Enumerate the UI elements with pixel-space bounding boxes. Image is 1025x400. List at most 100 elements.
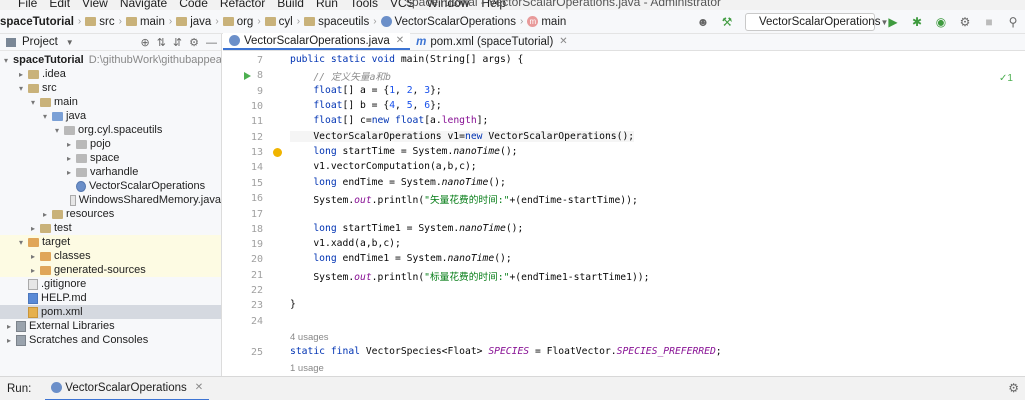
tree-item[interactable]: ▸ space xyxy=(0,151,221,165)
breadcrumb-item[interactable]: src xyxy=(85,16,115,28)
tree-item[interactable]: ▸ .idea xyxy=(0,67,221,81)
close-icon[interactable]: ✕ xyxy=(559,36,567,47)
run-tab[interactable]: VectorScalarOperations ✕ xyxy=(45,377,210,400)
code-line[interactable]: public static void main(String[] args) { xyxy=(290,54,523,65)
editor-tab[interactable]: VectorScalarOperations.java ✕ xyxy=(223,33,411,50)
chevron-icon[interactable]: ▾ xyxy=(52,126,62,135)
locate-icon[interactable]: ⊕ xyxy=(140,36,149,49)
tree-item[interactable]: ▸ pojo xyxy=(0,137,221,151)
tree-item[interactable]: pom.xml xyxy=(0,305,221,319)
menu-item-file[interactable]: File xyxy=(18,0,37,10)
chevron-icon[interactable]: ▾ xyxy=(40,112,50,121)
menu-item-build[interactable]: Build xyxy=(277,0,304,10)
chevron-icon[interactable]: ▸ xyxy=(40,210,50,219)
chevron-icon[interactable]: ▸ xyxy=(4,322,14,331)
stop-icon[interactable]: ■ xyxy=(980,13,998,31)
menu-item-navigate[interactable]: Navigate xyxy=(120,0,167,10)
chevron-icon[interactable]: ▸ xyxy=(28,224,38,233)
chevron-icon[interactable]: ▸ xyxy=(64,168,74,177)
user-icon[interactable]: ☻ xyxy=(694,13,712,31)
build-hammer-icon[interactable]: ⚒ xyxy=(718,13,736,31)
chevron-icon[interactable]: ▸ xyxy=(28,266,38,275)
run-icon[interactable]: ▶ xyxy=(884,13,902,31)
menu-item-view[interactable]: View xyxy=(82,0,108,10)
close-icon[interactable]: ✕ xyxy=(195,382,203,393)
menu-item-edit[interactable]: Edit xyxy=(49,0,70,10)
code-area[interactable]: ✓1 public static void main(String[] args… xyxy=(263,51,1025,376)
breadcrumb-item[interactable]: main xyxy=(125,16,165,28)
breadcrumb-item[interactable]: spaceutils xyxy=(304,16,369,28)
code-line[interactable]: float[] a = {1, 2, 3}; xyxy=(290,85,441,96)
code-line[interactable]: v1.xadd(a,b,c); xyxy=(290,238,401,249)
chevron-down-icon[interactable]: ▼ xyxy=(66,38,74,47)
menu-item-run[interactable]: Run xyxy=(316,0,338,10)
breadcrumb-item[interactable]: java xyxy=(176,16,211,28)
gear-icon[interactable]: ⚙ xyxy=(189,36,199,49)
code-line[interactable]: System.out.println("标量花费的时间:"+(endTime1-… xyxy=(290,269,649,283)
breadcrumb-item[interactable]: cyl xyxy=(264,16,293,28)
chevron-icon[interactable]: ▾ xyxy=(16,84,26,93)
menu-item-tools[interactable]: Tools xyxy=(350,0,378,10)
chevron-icon[interactable]: ▸ xyxy=(16,70,26,79)
tree-item[interactable]: ▸ classes xyxy=(0,249,221,263)
code-line[interactable]: float[] c=new float[a.length]; xyxy=(290,115,488,126)
code-line[interactable]: long startTime = System.nanoTime(); xyxy=(290,146,517,157)
breadcrumb-item[interactable]: org xyxy=(222,16,253,28)
folder-icon xyxy=(304,17,316,26)
code-line[interactable]: } xyxy=(290,299,296,310)
tree-item[interactable]: ▾ spaceTutorial D:\githubWork\githubappear… xyxy=(0,53,221,67)
tree-item[interactable]: ▾ main xyxy=(0,95,221,109)
breadcrumb-item[interactable]: VectorScalarOperations xyxy=(380,16,516,28)
gear-icon[interactable]: ⚙ xyxy=(1008,381,1019,395)
coverage-icon[interactable]: ◉ xyxy=(932,13,950,31)
breadcrumb-item[interactable]: spaceTutorial xyxy=(0,16,74,28)
chevron-icon[interactable]: ▾ xyxy=(4,56,8,65)
chevron-icon[interactable]: ▸ xyxy=(64,154,74,163)
tree-item[interactable]: ▸ External Libraries xyxy=(0,319,221,333)
breadcrumb-item[interactable]: m main xyxy=(527,16,566,28)
run-configuration-select[interactable]: VectorScalarOperations ▼ xyxy=(745,13,888,31)
code-line-current[interactable]: VectorScalarOperations v1=new VectorScal… xyxy=(290,131,635,142)
search-icon[interactable]: ⚲ xyxy=(1004,13,1022,31)
minimize-icon[interactable]: — xyxy=(206,37,217,49)
code-line[interactable]: static final VectorSpecies<Float> SPECIE… xyxy=(290,346,722,357)
tree-item[interactable]: ▸ Scratches and Consoles xyxy=(0,333,221,347)
tree-item[interactable]: HELP.md xyxy=(0,291,221,305)
menu-item-code[interactable]: Code xyxy=(179,0,208,10)
debug-icon[interactable]: ✱ xyxy=(908,13,926,31)
code-line[interactable]: v1.vectorComputation(a,b,c); xyxy=(290,161,476,172)
usages-hint[interactable]: 4 usages xyxy=(290,332,329,343)
tree-item[interactable]: ▾ target xyxy=(0,235,221,249)
expand-all-icon[interactable]: ⇅ xyxy=(157,36,166,49)
tree-item[interactable]: ▸ varhandle xyxy=(0,165,221,179)
code-line[interactable]: long endTime = System.nanoTime(); xyxy=(290,177,506,188)
code-line[interactable]: System.out.println("矢量花费的时间:"+(endTime-s… xyxy=(290,192,637,206)
chevron-icon[interactable]: ▾ xyxy=(16,238,26,247)
tree-item[interactable]: ▸ resources xyxy=(0,207,221,221)
close-icon[interactable]: ✕ xyxy=(396,35,404,46)
collapse-all-icon[interactable]: ⇵ xyxy=(173,36,182,49)
menu-item-refactor[interactable]: Refactor xyxy=(220,0,265,10)
tree-item[interactable]: ▸ generated-sources xyxy=(0,263,221,277)
code-line[interactable]: float[] b = {4, 5, 6}; xyxy=(290,100,441,111)
tree-item[interactable]: ▾ src xyxy=(0,81,221,95)
chevron-icon[interactable]: ▸ xyxy=(64,140,74,149)
chevron-icon[interactable]: ▸ xyxy=(4,336,14,345)
tree-item[interactable]: VectorScalarOperations xyxy=(0,179,221,193)
profile-icon[interactable]: ⚙ xyxy=(956,13,974,31)
tree-item[interactable]: .gitignore xyxy=(0,277,221,291)
editor-tab[interactable]: m pom.xml (spaceTutorial) ✕ xyxy=(410,33,574,50)
inspection-widget[interactable]: ✓1 xyxy=(999,73,1013,84)
code-line[interactable]: long startTime1 = System.nanoTime(); xyxy=(290,223,523,234)
tree-item[interactable]: ▾ java xyxy=(0,109,221,123)
code-line[interactable]: // 定义矢量a和b xyxy=(290,69,391,83)
chevron-icon[interactable]: ▸ xyxy=(28,252,38,261)
tree-item[interactable]: ▸ test xyxy=(0,221,221,235)
chevron-icon[interactable]: ▾ xyxy=(28,98,38,107)
file-icon xyxy=(76,180,86,192)
project-pane-title[interactable]: Project xyxy=(22,36,58,48)
usages-hint[interactable]: 1 usage xyxy=(290,363,324,374)
code-line[interactable]: long endTime1 = System.nanoTime(); xyxy=(290,253,511,264)
tree-item[interactable]: WindowsSharedMemory.java xyxy=(0,193,221,207)
tree-item[interactable]: ▾ org.cyl.spaceutils xyxy=(0,123,221,137)
